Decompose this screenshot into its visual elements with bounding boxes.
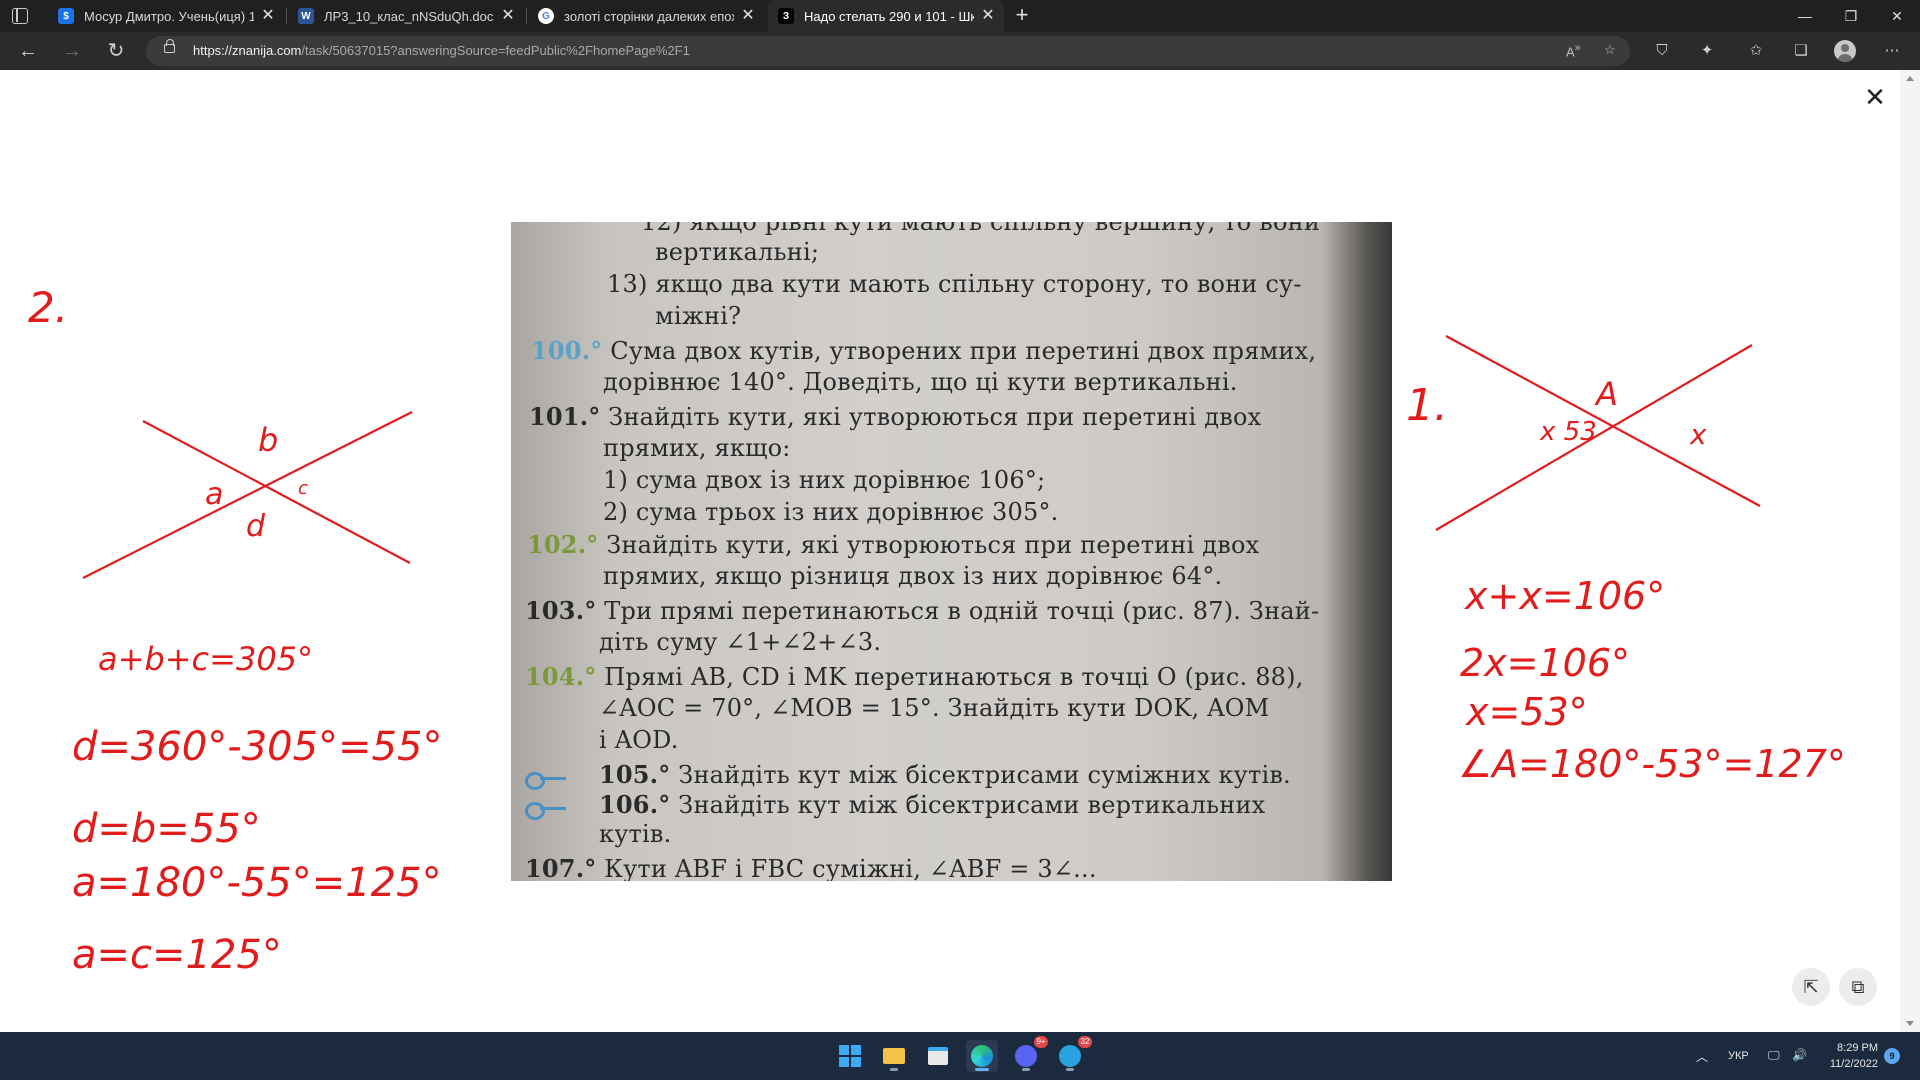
classroom-icon: $ — [58, 8, 74, 24]
store-button[interactable] — [922, 1040, 954, 1072]
running-indicator — [1066, 1068, 1074, 1071]
textbook-line: діть суму ∠1+∠2+∠3. — [599, 628, 882, 656]
tab-actions-icon[interactable] — [12, 8, 28, 24]
exercise-105: 105.° Знайдіть кут між бісектрисами сумі… — [599, 760, 1291, 789]
folder-icon — [883, 1048, 905, 1064]
textbook-line: 1) сума двох із них дорівнює 106°; — [603, 466, 1046, 494]
shield-extension-icon[interactable]: ⛉ — [1652, 41, 1672, 61]
exercise-102: 102.° Знайдіть кути, які утворюються при… — [527, 530, 1260, 559]
tab-znanija[interactable]: З Надо стелать 290 и 101 - Школ ✕ — [768, 0, 1004, 32]
start-button[interactable] — [834, 1040, 866, 1072]
running-indicator — [1022, 1068, 1030, 1071]
exercise-103: 103.° Три прямі перетинаються в одній то… — [525, 596, 1320, 625]
textbook-line: 13) якщо два кути мають спільну сторону,… — [607, 270, 1302, 298]
textbook-line: міжні? — [655, 302, 742, 330]
exercise-104: 104.° Прямі AB, CD і MK перетинаються в … — [525, 662, 1304, 691]
refresh-button[interactable]: ↻ — [102, 37, 130, 65]
tab-word-doc[interactable]: W ЛР3_10_клас_nNSduQh.docx ✕ — [288, 0, 524, 32]
tab-strip: $ Мосур Дмитро. Учень(иця) 10 ✕ W ЛР3_10… — [0, 0, 1920, 32]
google-icon: G — [538, 8, 554, 24]
notification-badge[interactable]: 9 — [1884, 1048, 1900, 1064]
clock[interactable]: 8:29 PM 11/2/2022 — [1808, 1040, 1878, 1072]
tray-overflow-icon[interactable]: ︿ — [1696, 1048, 1708, 1065]
clock-date: 11/2/2022 — [1829, 1058, 1878, 1070]
file-explorer-button[interactable] — [878, 1040, 910, 1072]
collections-icon[interactable]: ❏ — [1791, 41, 1811, 61]
language-indicator[interactable]: УКР — [1728, 1050, 1749, 1062]
window-close-button[interactable]: ✕ — [1874, 0, 1920, 32]
read-aloud-icon[interactable]: A» — [1566, 42, 1581, 59]
textbook-line: кутів. — [599, 820, 672, 848]
more-menu-icon[interactable]: ⋯ — [1882, 41, 1902, 61]
back-button[interactable]: ← — [14, 37, 42, 65]
edge-icon — [971, 1045, 993, 1067]
forward-button[interactable]: → — [58, 37, 86, 65]
znanija-icon: З — [778, 8, 794, 24]
edge-button[interactable] — [966, 1040, 998, 1072]
add-favorite-icon[interactable]: ☆ — [1604, 42, 1616, 58]
textbook-line: 2) сума трьох із них дорівнює 305°. — [603, 498, 1059, 526]
clock-time: 8:29 PM — [1837, 1042, 1878, 1054]
minimize-button[interactable]: — — [1782, 0, 1828, 32]
telegram-button[interactable]: 32 — [1054, 1036, 1092, 1072]
volume-icon[interactable]: 🔊 — [1792, 1048, 1807, 1062]
extensions-icon[interactable]: ✦ — [1697, 41, 1717, 61]
exercise-106: 106.° Знайдіть кут між бісектрисами верт… — [599, 790, 1266, 819]
lock-icon[interactable] — [164, 39, 175, 53]
textbook-line: вертикальні; — [655, 238, 820, 266]
tab-divider — [286, 8, 287, 24]
favorites-icon[interactable]: ✩ — [1746, 41, 1766, 61]
scroll-down-icon[interactable] — [1906, 1021, 1914, 1026]
exercise-107: 107.° Кути ABF і FBC суміжні, ∠ABF = 3∠.… — [525, 854, 1097, 881]
close-tab-icon[interactable]: ✕ — [978, 6, 998, 26]
running-indicator — [890, 1068, 898, 1071]
address-bar[interactable]: https://znanija.com/task/50637015?answer… — [146, 36, 1630, 66]
new-tab-button[interactable]: + — [1010, 4, 1034, 28]
tab-divider — [526, 8, 527, 24]
textbook-line: дорівнює 140°. Доведіть, що ці кути верт… — [603, 368, 1238, 396]
network-icon[interactable]: 🖵 — [1768, 1048, 1780, 1063]
windows-logo-icon — [839, 1045, 861, 1067]
close-viewer-button[interactable]: ✕ — [1862, 84, 1888, 110]
browser-toolbar: ← → ↻ https://znanija.com/task/50637015?… — [0, 32, 1920, 70]
close-tab-icon[interactable]: ✕ — [738, 6, 758, 26]
page-scrollbar[interactable] — [1900, 70, 1920, 1032]
running-indicator — [975, 1068, 989, 1071]
tab-classroom[interactable]: $ Мосур Дмитро. Учень(иця) 10 ✕ — [48, 0, 284, 32]
exercise-100: 100.° Сума двох кутів, утворених при пер… — [531, 336, 1317, 365]
tab-google-search[interactable]: G золоті сторінки далеких епох в ✕ — [528, 0, 764, 32]
windows-taskbar: 9+ 32 ︿ УКР 🖵 🔊 8:29 PM 11/2/2022 9 — [0, 1032, 1920, 1080]
textbook-line: прямих, якщо різниця двох із них дорівню… — [603, 562, 1223, 590]
textbook-photo: 12) якщо рівні кути мають спільну вершин… — [511, 222, 1392, 881]
close-tab-icon[interactable]: ✕ — [498, 6, 518, 26]
exercise-101: 101.° Знайдіть кути, які утворюються при… — [529, 402, 1262, 431]
textbook-line: і AOD. — [599, 726, 679, 754]
profile-avatar[interactable] — [1834, 40, 1856, 62]
restore-button[interactable]: ❐ — [1828, 0, 1874, 32]
discord-badge: 9+ — [1034, 1036, 1048, 1048]
key-icon — [525, 802, 569, 820]
discord-button[interactable]: 9+ — [1010, 1036, 1048, 1072]
key-icon — [525, 772, 569, 790]
textbook-line: ∠AOC = 70°, ∠MOB = 15°. Знайдіть кути DO… — [599, 694, 1270, 722]
store-icon — [928, 1047, 948, 1065]
discord-icon — [1015, 1045, 1037, 1067]
textbook-line: прямих, якщо: — [603, 434, 791, 462]
word-icon: W — [298, 8, 314, 24]
close-tab-icon[interactable]: ✕ — [258, 6, 278, 26]
scroll-up-icon[interactable] — [1906, 76, 1914, 81]
textbook-line: 12) якщо рівні кути мають спільну вершин… — [641, 222, 1321, 236]
telegram-icon — [1059, 1045, 1081, 1067]
telegram-badge: 32 — [1078, 1036, 1092, 1048]
image-search-button[interactable]: ⧉ — [1839, 968, 1877, 1006]
url-text[interactable]: https://znanija.com/task/50637015?answer… — [193, 43, 690, 58]
open-external-button[interactable]: ⇱ — [1792, 968, 1830, 1006]
